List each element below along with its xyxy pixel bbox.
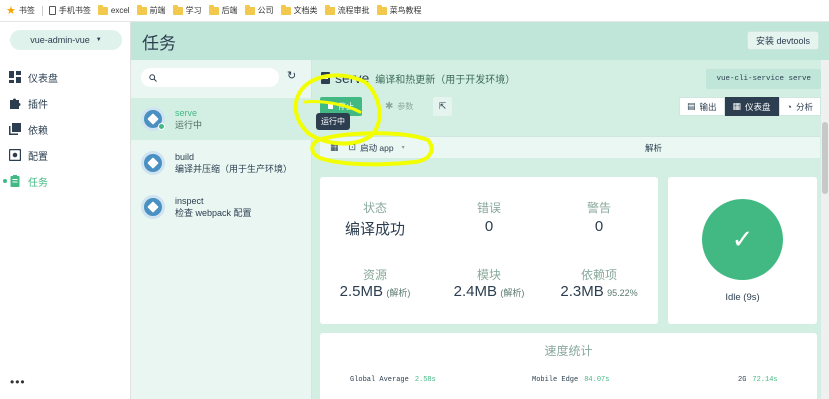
build-stats-card: 状态 编译成功 错误 0 警告 0 资源 2.5MB (解析) 模块 2.4MB… <box>320 177 658 324</box>
params-button[interactable]: ✱ 参数 <box>379 97 419 116</box>
bookmark-folder[interactable]: 后端 <box>208 4 238 16</box>
page-header: 任务 安装 devtools <box>131 22 829 60</box>
stat-assets: 资源 2.5MB (解析) <box>339 268 411 300</box>
speed-mobile-edge: Mobile Edge 84.07s <box>532 376 610 384</box>
scrollbar-thumb[interactable] <box>822 122 828 194</box>
library-icon <box>9 123 21 135</box>
tab-output[interactable]: ▤ 输出 <box>678 97 725 116</box>
stat-status: 状态 编译成功 <box>344 201 405 238</box>
page-icon <box>48 6 56 15</box>
nav-item-dependencies[interactable]: 依赖 <box>0 118 131 140</box>
task-details: serve 编译和热更新（用于开发环境） vue-cli-service ser… <box>312 60 829 399</box>
task-list: ↻ serve 运行中 build 编译并压缩（用于生产环境） inspect … <box>131 60 312 399</box>
status-tooltip: 运行中 <box>316 113 350 130</box>
gear-icon: ✱ <box>385 101 394 112</box>
folder-icon <box>172 4 183 15</box>
bookmark-folder[interactable]: 文档类 <box>280 4 318 16</box>
stat-warnings: 警告 0 <box>586 201 611 235</box>
page-title: 任务 <box>142 33 176 53</box>
bookmark-item[interactable]: 手机书签 <box>48 5 91 16</box>
command-badge: vue-cli-service serve <box>706 69 821 89</box>
task-icon <box>141 107 165 131</box>
dashboard-icon <box>9 71 21 83</box>
grid-icon: ▦ <box>330 142 339 152</box>
caret-down-icon: ▾ <box>401 145 405 151</box>
nav-item-dashboard[interactable]: 仪表盘 <box>0 66 131 88</box>
stat-dependencies: 依赖项 2.3MB 95.22% <box>560 268 638 300</box>
refresh-icon[interactable]: ↻ <box>287 70 299 82</box>
tab-dashboard[interactable]: ▦ 仪表盘 <box>724 97 779 116</box>
launch-icon: ⊡ <box>348 142 357 152</box>
nav-item-config[interactable]: 配置 <box>0 144 131 166</box>
bookmark-folder[interactable]: 公司 <box>244 4 274 16</box>
stop-icon <box>328 104 333 109</box>
folder-icon <box>324 4 335 15</box>
bookmarks-bar: ★ 书签 手机书签 excel 前端 学习 后端 公司 文档类 流程审批 菜鸟教程 <box>0 0 829 22</box>
running-status-dot <box>158 123 165 130</box>
scrollbar[interactable] <box>821 60 829 399</box>
task-item-inspect[interactable]: inspect 检查 webpack 配置 <box>131 186 312 228</box>
task-icon <box>141 151 165 175</box>
folder-icon <box>97 4 108 15</box>
checkmark-icon: ✓ <box>731 224 754 254</box>
bookmark-folder[interactable]: 流程审批 <box>324 4 370 16</box>
speed-global-average: Global Average 2.58s <box>350 376 436 384</box>
bookmark-folder[interactable]: excel <box>97 4 130 15</box>
analyze-label: 解析 <box>645 142 663 153</box>
stat-modules: 模块 2.4MB (解析) <box>453 268 525 300</box>
bookmark-folder[interactable]: 前端 <box>136 4 166 16</box>
speed-stats-card: 速度统计 Global Average 2.58s Mobile Edge 84.0… <box>320 333 817 399</box>
folder-icon <box>280 4 291 15</box>
status-card: ✓ Idle (9s) <box>668 177 817 324</box>
search-input[interactable] <box>161 72 271 83</box>
clipboard-icon <box>321 72 330 84</box>
bookmark-item[interactable]: ★ 书签 <box>6 4 35 17</box>
clipboard-icon <box>9 175 21 187</box>
settings-box-icon <box>8 148 22 162</box>
install-devtools-button[interactable]: 安装 devtools <box>746 31 819 50</box>
folder-icon <box>136 4 147 15</box>
nav-item-plugins[interactable]: 插件 <box>0 92 131 114</box>
view-tabs: ▤ 输出 ▦ 仪表盘 ◔ 分析 <box>678 97 821 116</box>
star-icon: ★ <box>6 5 16 17</box>
left-nav: vue-admin-vue ▼ 仪表盘 插件 依赖 配置 任务 ••• <box>0 22 131 399</box>
puzzle-icon <box>9 97 21 109</box>
folder-icon <box>208 4 219 15</box>
stat-errors: 错误 0 <box>476 201 501 235</box>
folder-icon <box>376 4 387 15</box>
project-selector[interactable]: vue-admin-vue ▼ <box>10 30 122 50</box>
speed-stats-title: 速度统计 <box>544 344 593 358</box>
open-external-button[interactable]: ⇱ <box>433 97 452 116</box>
tab-analyze[interactable]: ◔ 分析 <box>778 97 821 116</box>
terminal-icon: ▤ <box>686 101 696 111</box>
active-indicator <box>3 179 7 183</box>
task-item-build[interactable]: build 编译并压缩（用于生产环境） <box>131 142 312 184</box>
pie-icon: ◔ <box>786 101 792 112</box>
success-indicator: ✓ <box>702 199 783 280</box>
open-external-icon: ⇱ <box>438 101 447 111</box>
task-title: serve 编译和热更新（用于开发环境） <box>321 70 515 86</box>
caret-down-icon: ▼ <box>95 37 102 43</box>
dashboard-toolbar: ▦ ⊡ 启动 app ▾ 解析 <box>320 136 820 158</box>
launch-app-button[interactable]: ⊡ 启动 app ▾ <box>349 142 405 154</box>
task-icon <box>141 195 165 219</box>
search-box[interactable] <box>141 68 279 87</box>
task-item-serve[interactable]: serve 运行中 <box>131 98 312 140</box>
speed-2g: 2G 72.14s <box>738 376 778 384</box>
idle-status: Idle (9s) <box>725 292 760 303</box>
more-menu-button[interactable]: ••• <box>10 375 26 389</box>
folder-icon <box>244 4 255 15</box>
dashboard-icon: ▦ <box>732 101 742 111</box>
bookmarks-divider <box>41 5 43 16</box>
bookmark-folder[interactable]: 学习 <box>172 4 202 16</box>
nav-item-tasks[interactable]: 任务 <box>0 170 131 192</box>
search-icon <box>149 71 157 85</box>
bookmark-folder[interactable]: 菜鸟教程 <box>376 4 422 16</box>
